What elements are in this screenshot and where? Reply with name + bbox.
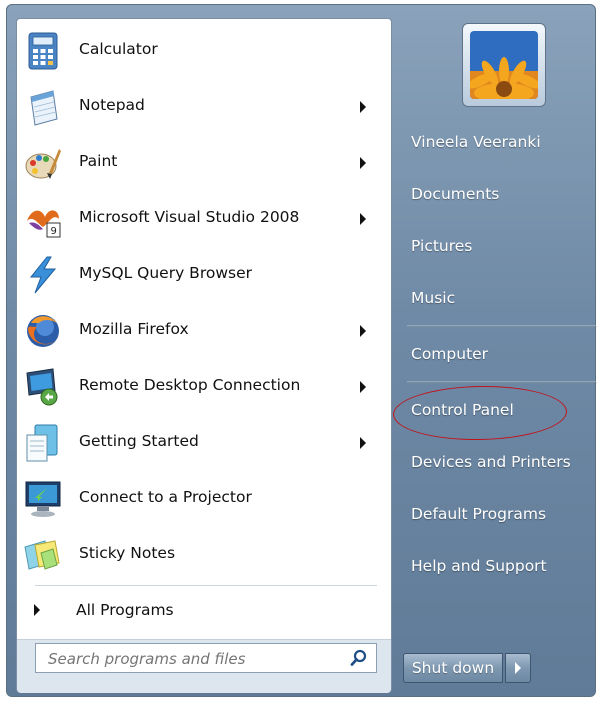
svg-text:9: 9 — [51, 226, 57, 237]
search-icon[interactable] — [350, 649, 368, 667]
flower-photo-icon — [470, 31, 538, 99]
music-link[interactable]: Music — [411, 289, 455, 307]
right-divider — [407, 381, 597, 383]
right-divider — [407, 325, 597, 327]
firefox-icon — [23, 311, 63, 351]
projector-icon — [23, 479, 63, 519]
program-label: MySQL Query Browser — [79, 264, 252, 282]
paint-icon — [23, 143, 63, 183]
documents-link[interactable]: Documents — [411, 185, 499, 203]
submenu-arrow-icon[interactable] — [360, 157, 366, 169]
chevron-right-icon — [515, 662, 521, 674]
program-item-visual-studio[interactable]: 9 Microsoft Visual Studio 2008 — [17, 191, 391, 247]
shutdown-options-button[interactable] — [505, 653, 531, 683]
submenu-arrow-icon[interactable] — [360, 101, 366, 113]
submenu-arrow-icon[interactable] — [360, 213, 366, 225]
program-item-paint[interactable]: Paint — [17, 135, 391, 191]
program-label: Remote Desktop Connection — [79, 376, 301, 394]
start-menu: Calculator Notepad Paint 9 Microsoft Vis… — [6, 4, 597, 697]
computer-link[interactable]: Computer — [411, 345, 488, 363]
program-item-notepad[interactable]: Notepad — [17, 79, 391, 135]
sticky-notes-icon — [23, 535, 63, 575]
shutdown-button[interactable]: Shut down — [403, 653, 503, 683]
search-input[interactable] — [46, 648, 330, 670]
all-programs-button[interactable]: All Programs — [17, 594, 391, 628]
program-label: Microsoft Visual Studio 2008 — [79, 208, 300, 226]
programs-pane: Calculator Notepad Paint 9 Microsoft Vis… — [16, 18, 392, 693]
program-item-mysql[interactable]: MySQL Query Browser — [17, 247, 391, 303]
program-label: Connect to a Projector — [79, 488, 252, 506]
user-name-link[interactable]: Vineela Veeranki — [411, 133, 541, 151]
submenu-arrow-icon[interactable] — [360, 381, 366, 393]
program-item-getting-started[interactable]: Getting Started — [17, 415, 391, 471]
program-item-remote-desktop[interactable]: Remote Desktop Connection — [17, 359, 391, 415]
help-support-link[interactable]: Help and Support — [411, 557, 547, 575]
program-item-calculator[interactable]: Calculator — [17, 23, 391, 79]
notepad-icon — [23, 87, 63, 127]
program-item-sticky-notes[interactable]: Sticky Notes — [17, 527, 391, 583]
devices-printers-link[interactable]: Devices and Printers — [411, 453, 571, 471]
visual-studio-icon: 9 — [23, 199, 63, 239]
programs-divider — [35, 585, 377, 586]
program-label: Calculator — [79, 40, 158, 58]
calculator-icon — [23, 31, 63, 71]
program-item-firefox[interactable]: Mozilla Firefox — [17, 303, 391, 359]
remote-desktop-icon — [23, 367, 63, 407]
program-label: Notepad — [79, 96, 145, 114]
program-item-projector[interactable]: Connect to a Projector — [17, 471, 391, 527]
search-box[interactable] — [35, 643, 377, 673]
program-label: Sticky Notes — [79, 544, 176, 562]
all-programs-arrow-icon — [34, 604, 40, 616]
program-label: Paint — [79, 152, 118, 170]
mysql-icon — [23, 255, 63, 295]
all-programs-label: All Programs — [76, 601, 174, 619]
submenu-arrow-icon[interactable] — [360, 325, 366, 337]
pictures-link[interactable]: Pictures — [411, 237, 472, 255]
submenu-arrow-icon[interactable] — [360, 437, 366, 449]
default-programs-link[interactable]: Default Programs — [411, 505, 546, 523]
user-picture[interactable] — [462, 23, 546, 107]
program-label: Mozilla Firefox — [79, 320, 189, 338]
program-label: Getting Started — [79, 432, 199, 450]
getting-started-icon — [23, 423, 63, 463]
highlight-ellipse — [392, 384, 568, 442]
